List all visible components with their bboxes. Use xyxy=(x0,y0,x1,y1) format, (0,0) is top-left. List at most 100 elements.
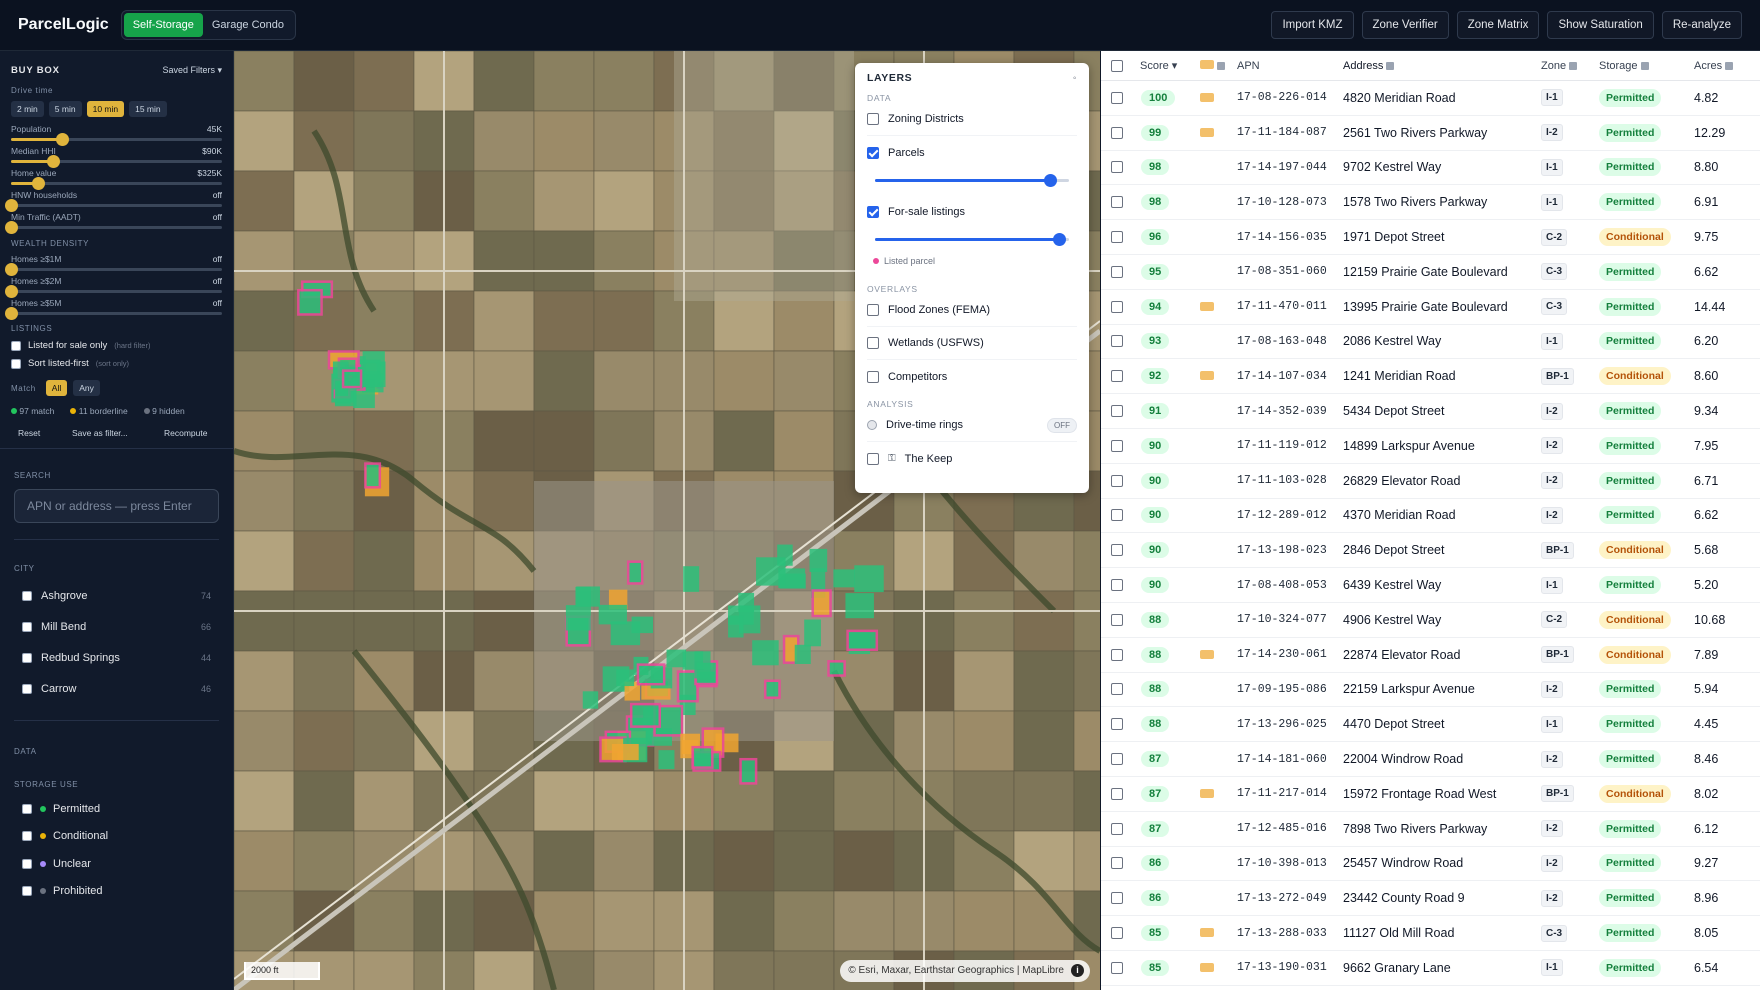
match-any-chip[interactable]: Any xyxy=(73,380,100,396)
parcel-shape[interactable] xyxy=(794,644,811,664)
col-acres[interactable]: Acres xyxy=(1694,60,1760,72)
table-row[interactable]: 90 17-08-408-053 6439 Kestrel Way I-1 Permit… xyxy=(1101,568,1760,603)
overlay-competitors[interactable]: Competitors xyxy=(867,360,1077,393)
parcel-shape[interactable] xyxy=(778,568,806,588)
col-listed[interactable] xyxy=(1196,59,1237,72)
row-checkbox[interactable] xyxy=(1111,439,1123,452)
parcel-shape[interactable] xyxy=(616,669,635,687)
saved-filters-dropdown[interactable]: Saved Filters ▾ xyxy=(162,65,222,76)
drive-time-2min[interactable]: 2 min xyxy=(11,101,44,117)
parcel-shape[interactable] xyxy=(636,663,666,686)
flood-checkbox[interactable] xyxy=(867,304,879,316)
select-all-checkbox[interactable] xyxy=(1111,59,1123,72)
parcel-shape[interactable] xyxy=(598,604,627,625)
match-all-chip[interactable]: All xyxy=(45,380,68,396)
table-row[interactable]: 90 17-11-103-028 26829 Elevator Road I-2 Per… xyxy=(1101,464,1760,499)
parcels-opacity-slider[interactable] xyxy=(875,169,1069,191)
parcel-shape[interactable] xyxy=(804,619,821,647)
hnw-households-handle[interactable] xyxy=(5,199,18,212)
table-row[interactable]: 98 17-14-197-044 9702 Kestrel Way I-1 Permit… xyxy=(1101,151,1760,186)
table-row[interactable]: 93 17-08-163-048 2086 Kestrel Way I-1 Permit… xyxy=(1101,325,1760,360)
storage-use-checkbox[interactable] xyxy=(22,831,32,842)
city-item[interactable]: Mill Bend 66 xyxy=(0,611,233,642)
row-checkbox[interactable] xyxy=(1111,126,1123,139)
row-checkbox[interactable] xyxy=(1111,300,1123,313)
parcel-shape[interactable] xyxy=(582,691,599,709)
storage-use-item[interactable]: Prohibited xyxy=(0,878,233,906)
table-row[interactable]: 98 17-10-128-073 1578 Two Rivers Parkway I-… xyxy=(1101,185,1760,221)
row-checkbox[interactable] xyxy=(1111,370,1123,383)
parcel-shape[interactable] xyxy=(739,757,758,785)
table-row[interactable]: 90 17-11-119-012 14899 Larkspur Avenue I-2 P… xyxy=(1101,429,1760,464)
table-row[interactable]: 87 17-14-181-060 22004 Windrow Road I-2 Perm… xyxy=(1101,742,1760,777)
parcel-shape[interactable] xyxy=(341,369,363,389)
recompute-button[interactable]: Recompute xyxy=(164,428,207,438)
col-zone[interactable]: Zone xyxy=(1541,60,1599,72)
homes-2m-handle[interactable] xyxy=(5,285,18,298)
table-row[interactable]: 100 17-08-226-014 4820 Meridian Road I-1 Per… xyxy=(1101,81,1760,116)
homes-5m-handle[interactable] xyxy=(5,307,18,320)
min-traffic-slider[interactable]: Min Traffic (AADT) off xyxy=(5,212,222,234)
city-checkbox[interactable] xyxy=(22,621,32,632)
layer-listings[interactable]: For-sale listings xyxy=(867,195,1077,228)
layer-parcels[interactable]: Parcels xyxy=(867,136,1077,169)
homes-1m-slider[interactable]: Homes ≥$1M off xyxy=(5,254,222,276)
storage-use-item[interactable]: Conditional xyxy=(0,823,233,851)
parcel-shape[interactable] xyxy=(691,745,714,769)
population-handle[interactable] xyxy=(55,133,69,146)
row-checkbox[interactable] xyxy=(1111,648,1123,661)
col-storage[interactable]: Storage xyxy=(1599,60,1694,72)
row-checkbox[interactable] xyxy=(1111,579,1123,592)
listings-opacity-slider[interactable] xyxy=(875,228,1069,250)
show-saturation-button[interactable]: Show Saturation xyxy=(1547,11,1654,39)
table-row[interactable]: 90 17-12-289-012 4370 Meridian Road I-2 Perm… xyxy=(1101,499,1760,534)
table-row[interactable]: 85 17-13-288-033 11127 Old Mill Road C-3 Per… xyxy=(1101,916,1760,951)
listings-opacity-handle[interactable] xyxy=(1053,233,1067,246)
listed-only-row[interactable]: Listed for sale only (hard filter) xyxy=(11,340,222,351)
zoning-checkbox[interactable] xyxy=(867,113,879,125)
table-row[interactable]: 88 17-13-296-025 4470 Depot Street I-1 Permi… xyxy=(1101,707,1760,743)
row-checkbox[interactable] xyxy=(1111,892,1123,905)
row-checkbox[interactable] xyxy=(1111,509,1123,522)
parcel-shape[interactable] xyxy=(811,589,832,618)
table-row[interactable]: 94 17-11-470-011 13995 Prairie Gate Boulev… xyxy=(1101,290,1760,325)
layer-zoning[interactable]: Zoning Districts xyxy=(867,103,1077,136)
mode-self-storage[interactable]: Self-Storage xyxy=(123,13,203,37)
median-hhi-handle[interactable] xyxy=(47,155,61,168)
table-row[interactable]: 90 17-13-198-023 2846 Depot Street BP-1 Cond… xyxy=(1101,533,1760,569)
mode-garage-condo[interactable]: Garage Condo xyxy=(203,13,293,37)
parcel-shape[interactable] xyxy=(683,566,700,592)
population-slider[interactable]: Population 45K xyxy=(11,124,222,146)
save-as-filter-button[interactable]: Save as filter... xyxy=(72,428,158,438)
table-row[interactable]: 86 17-13-272-049 23442 County Road 9 I-2 Per… xyxy=(1101,881,1760,917)
parcel-shape[interactable] xyxy=(362,351,385,380)
parcel-shape[interactable] xyxy=(626,560,644,585)
table-row[interactable]: 96 17-14-156-035 1971 Depot Street C-2 Condi… xyxy=(1101,220,1760,255)
import-kmz-button[interactable]: Import KMZ xyxy=(1271,11,1354,39)
parcel-shape[interactable] xyxy=(631,616,654,634)
parcel-shape[interactable] xyxy=(763,679,781,699)
homes-1m-handle[interactable] xyxy=(5,263,18,276)
row-checkbox[interactable] xyxy=(1111,265,1123,278)
parcel-shape[interactable] xyxy=(827,660,846,677)
overlay-flood[interactable]: Flood Zones (FEMA) xyxy=(867,294,1077,327)
row-checkbox[interactable] xyxy=(1111,231,1123,244)
city-item[interactable]: Ashgrove 74 xyxy=(0,580,233,611)
collapse-icon[interactable]: ◦ xyxy=(1073,73,1077,84)
home-value-handle[interactable] xyxy=(32,177,46,190)
table-row[interactable]: 91 17-14-352-039 5434 Depot Street I-2 Permi… xyxy=(1101,394,1760,429)
table-row[interactable]: 85 17-13-190-031 9662 Granary Lane I-1 Permi… xyxy=(1101,951,1760,986)
listed-only-checkbox[interactable] xyxy=(11,340,21,351)
row-checkbox[interactable] xyxy=(1111,161,1123,174)
table-row[interactable]: 87 17-11-217-014 15972 Frontage Road West B… xyxy=(1101,777,1760,812)
row-checkbox[interactable] xyxy=(1111,196,1123,209)
row-checkbox[interactable] xyxy=(1111,787,1123,800)
table-row[interactable]: 86 17-10-398-013 25457 Windrow Road I-2 Perm… xyxy=(1101,847,1760,882)
competitors-checkbox[interactable] xyxy=(867,370,879,383)
col-apn[interactable]: APN xyxy=(1237,60,1343,72)
row-checkbox[interactable] xyxy=(1111,544,1123,557)
storage-use-checkbox[interactable] xyxy=(22,858,32,869)
analysis-the-keep[interactable]: ⚿ The Keep xyxy=(867,442,1077,475)
city-checkbox[interactable] xyxy=(22,683,32,694)
sort-listed-row[interactable]: Sort listed-first (sort only) xyxy=(11,358,222,369)
